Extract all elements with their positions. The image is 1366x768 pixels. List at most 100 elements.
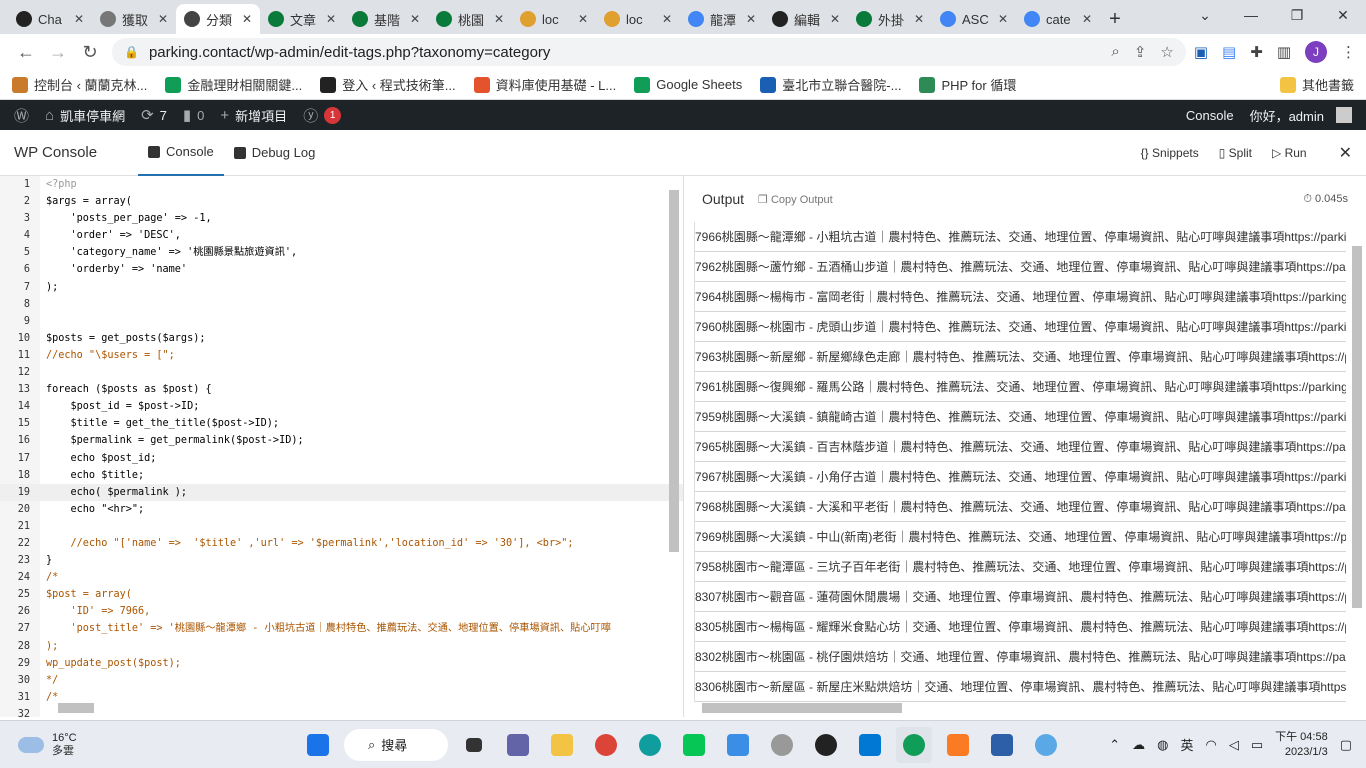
url-field[interactable]: 🔒 parking.contact/wp-admin/edit-tags.php… <box>112 38 1186 66</box>
code-line[interactable]: 18 echo $title; <box>0 467 683 484</box>
console-link[interactable]: Console <box>1178 100 1242 130</box>
browser-tab[interactable]: 獲取 ✕ <box>92 4 176 34</box>
tab-debug-log[interactable]: Debug Log <box>224 130 326 176</box>
bookmark-item[interactable]: 登入 ‹ 程式技術筆... <box>320 75 456 94</box>
browser-tab[interactable]: 外掛 ✕ <box>848 4 932 34</box>
code-line[interactable]: 9 <box>0 313 683 330</box>
browser-tab[interactable]: loc ✕ <box>596 4 680 34</box>
media-icon[interactable] <box>764 727 800 763</box>
app-icon[interactable] <box>720 727 756 763</box>
site-name-link[interactable]: ⌂ 凱車停車網 <box>37 100 133 130</box>
split-button[interactable]: ▯ Split <box>1219 146 1252 160</box>
comments-link[interactable]: ▮ 0 <box>175 100 213 130</box>
vscode-icon[interactable] <box>852 727 888 763</box>
editor-vertical-scrollbar[interactable] <box>669 190 679 552</box>
code-line[interactable]: 1 <?php <box>0 176 683 193</box>
new-tab-button[interactable]: + <box>1100 4 1130 34</box>
code-line[interactable]: 5 'category_name' => '桃園縣景點旅遊資訊', <box>0 244 683 261</box>
browser-tab[interactable]: 基階 ✕ <box>344 4 428 34</box>
lock-icon[interactable]: 🔒 <box>124 45 139 59</box>
code-line[interactable]: 24 /* <box>0 569 683 586</box>
copy-output-button[interactable]: ❐ Copy Output <box>758 193 833 206</box>
share-icon[interactable]: ⇪ <box>1134 43 1147 61</box>
onedrive-icon[interactable]: ☁ <box>1132 737 1145 753</box>
forward-icon[interactable]: → <box>42 42 74 63</box>
bookmark-item[interactable]: PHP for 循環 <box>919 75 1016 94</box>
taskbar-search[interactable]: ⌕ 搜尋 <box>344 728 448 761</box>
browser-tab[interactable]: cate ✕ <box>1016 4 1100 34</box>
bookmark-item[interactable]: 臺北市立聯合醫院-... <box>760 75 901 94</box>
code-line[interactable]: 25 $post = array( <box>0 586 683 603</box>
start-icon[interactable] <box>300 727 336 763</box>
output-horizontal-scrollbar[interactable] <box>702 703 902 713</box>
minimize-icon[interactable]: — <box>1228 0 1274 34</box>
code-line[interactable]: 17 echo $post_id; <box>0 450 683 467</box>
code-line[interactable]: 13 foreach ($posts as $post) { <box>0 381 683 398</box>
chrome-icon[interactable] <box>588 727 624 763</box>
task-view-icon[interactable] <box>456 727 492 763</box>
tab-close-icon[interactable]: ✕ <box>1082 12 1092 26</box>
notification-icon[interactable]: ▢ <box>1340 737 1352 753</box>
back-icon[interactable]: ← <box>10 42 42 63</box>
tab-close-icon[interactable]: ✕ <box>494 12 504 26</box>
new-item-link[interactable]: + 新增項目 <box>212 100 295 130</box>
tab-close-icon[interactable]: ✕ <box>578 12 588 26</box>
code-line[interactable]: 3 'posts_per_page' => -1, <box>0 210 683 227</box>
wifi-icon[interactable]: ◠ <box>1205 737 1216 753</box>
tab-close-icon[interactable]: ✕ <box>158 12 168 26</box>
teams-icon[interactable] <box>500 727 536 763</box>
profile-avatar[interactable]: J <box>1305 41 1327 63</box>
extension-icon[interactable]: ▣ <box>1194 43 1208 61</box>
line-icon[interactable] <box>676 727 712 763</box>
paint-icon[interactable] <box>1028 727 1064 763</box>
code-line[interactable]: 28); <box>0 638 683 655</box>
code-line[interactable]: 10 $posts = get_posts($args); <box>0 330 683 347</box>
bookmark-item[interactable]: 金融理財相關關鍵... <box>165 75 302 94</box>
tab-close-icon[interactable]: ✕ <box>746 12 756 26</box>
sidepanel-icon[interactable]: ▥ <box>1277 43 1291 61</box>
tab-close-icon[interactable]: ✕ <box>74 12 84 26</box>
account-link[interactable]: 你好，admin <box>1242 100 1360 130</box>
code-line[interactable]: 30 */ <box>0 672 683 689</box>
player-icon[interactable] <box>808 727 844 763</box>
menu-icon[interactable]: ⋮ <box>1341 43 1356 61</box>
powershell-icon[interactable] <box>984 727 1020 763</box>
mic-icon[interactable]: ◍ <box>1157 737 1168 753</box>
browser-tab[interactable]: 分類 ✕ <box>176 4 260 34</box>
reload-icon[interactable]: ↻ <box>74 42 106 63</box>
browser-tab[interactable]: Cha ✕ <box>8 4 92 34</box>
code-line[interactable]: 7); <box>0 279 683 296</box>
translate-icon[interactable]: ▤ <box>1222 43 1236 61</box>
code-line[interactable]: 19 echo( $permalink ); <box>0 483 683 501</box>
code-line[interactable]: 11 //echo "\$users = ["; <box>0 347 683 364</box>
snippets-button[interactable]: {} Snippets <box>1141 146 1199 160</box>
bookmark-item[interactable]: 資料庫使用基礎 - L... <box>473 75 616 94</box>
tab-console[interactable]: Console <box>138 130 224 176</box>
chevron-up-icon[interactable]: ⌃ <box>1109 737 1120 753</box>
code-line[interactable]: 6 'orderby' => 'name' <box>0 261 683 278</box>
tab-close-icon[interactable]: ✕ <box>914 12 924 26</box>
bookmark-item[interactable]: Google Sheets <box>634 76 742 93</box>
code-line[interactable]: 20 echo "<hr>"; <box>0 501 683 518</box>
browser-tab[interactable]: loc ✕ <box>512 4 596 34</box>
code-line[interactable]: 12 <box>0 364 683 381</box>
tab-close-icon[interactable]: ✕ <box>410 12 420 26</box>
xampp-icon[interactable] <box>940 727 976 763</box>
code-line[interactable]: 15 $title = get_the_title($post->ID); <box>0 415 683 432</box>
tab-close-icon[interactable]: ✕ <box>830 12 840 26</box>
code-line[interactable]: 21 <box>0 518 683 535</box>
file-explorer-icon[interactable] <box>544 727 580 763</box>
updates-link[interactable]: ⟳ 7 <box>133 100 175 130</box>
puzzle-icon[interactable]: ✚ <box>1250 43 1263 61</box>
chrome-profile-icon[interactable] <box>896 726 932 763</box>
code-line[interactable]: 16 $permalink = get_permalink($post->ID)… <box>0 432 683 449</box>
code-line[interactable]: 22 //echo "['name' => '$title' ,'url' =>… <box>0 535 683 552</box>
tab-close-icon[interactable]: ✕ <box>326 12 336 26</box>
browser-tab[interactable]: ASC ✕ <box>932 4 1016 34</box>
code-line[interactable]: 27 'post_title' => '桃園縣～龍潭鄉 - 小粗坑古道｜農村特色… <box>0 620 683 637</box>
yoast-link[interactable]: ⓨ 1 <box>295 100 349 130</box>
browser-tab[interactable]: 編輯 ✕ <box>764 4 848 34</box>
close-window-icon[interactable]: ✕ <box>1320 0 1366 34</box>
code-line[interactable]: 31 /* <box>0 689 683 706</box>
restore-icon[interactable]: ❐ <box>1274 0 1320 34</box>
